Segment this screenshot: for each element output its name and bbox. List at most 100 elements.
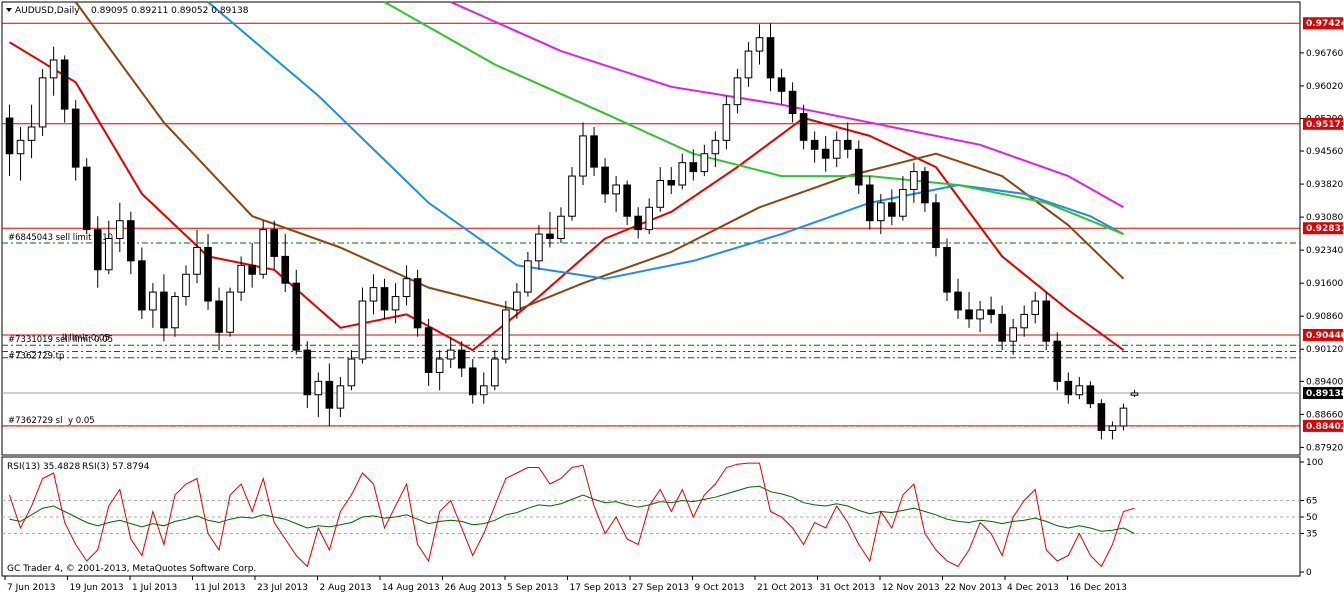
candle-body	[358, 300, 367, 360]
candle-body	[435, 358, 444, 373]
candle-body	[766, 37, 775, 79]
candle-body	[193, 246, 201, 275]
candle-body	[490, 358, 499, 387]
candle-body	[722, 104, 731, 141]
candle-body	[678, 162, 687, 186]
candle-body	[281, 255, 290, 284]
rsi-tick-label: 35	[1306, 530, 1317, 540]
candle-body	[976, 309, 984, 320]
symbol-title: AUDUSD,Daily	[15, 6, 80, 16]
candle	[1042, 292, 1051, 351]
candle-body	[204, 246, 212, 302]
candle-body	[623, 184, 631, 217]
rsi-tick-label: 50	[1306, 513, 1318, 523]
ohlc-values: 0.89095 0.89211 0.89052 0.89138	[91, 6, 249, 16]
order-label: ll limit 0.05	[62, 333, 110, 343]
candle-body	[590, 135, 598, 168]
date-axis: 7 Jun 2013 19 Jun 2013 1 Jul 2013 11 Jul 20…	[4, 576, 1128, 593]
candle	[1053, 332, 1062, 391]
rsi-tick-label: 65	[1306, 497, 1317, 507]
candle	[502, 301, 510, 364]
candle-body	[104, 238, 113, 271]
candle-body	[557, 215, 565, 240]
candle-body	[1064, 380, 1073, 396]
candle-body	[160, 291, 168, 329]
candle-body	[237, 264, 245, 293]
candle-body	[888, 202, 896, 217]
price-tick-label: 0.90120	[1306, 345, 1343, 355]
rsi13-title: RSI(13) 35.4828	[7, 462, 80, 472]
candle-body	[82, 166, 91, 231]
candle-body	[899, 188, 907, 217]
candle-body	[479, 385, 488, 396]
candle-body	[810, 139, 819, 150]
price-tag-label: 0.92831	[1306, 224, 1344, 234]
date-tick-label: 1 Jul 2013	[132, 583, 177, 593]
price-tag-label: 0.89138	[1306, 389, 1344, 399]
candle	[1086, 381, 1095, 409]
candle-body	[1031, 300, 1040, 315]
candle-body	[865, 184, 874, 222]
candle-body	[524, 260, 532, 293]
candle-body	[700, 153, 709, 173]
candle-body	[27, 126, 36, 141]
date-tick-label: 9 Oct 2013	[695, 583, 745, 593]
price-tag-label: 0.95171	[1306, 120, 1344, 130]
rsi-axis: 100 65 50 35 0	[1300, 458, 1323, 578]
rsi3-title: RSI(3) 57.8794	[82, 462, 150, 472]
price-tag-label: 0.88402	[1306, 422, 1344, 432]
candle-body	[369, 287, 378, 302]
candle-body	[987, 309, 995, 315]
candle-body	[325, 380, 334, 409]
candle-body	[799, 113, 808, 141]
candle-body	[457, 349, 466, 369]
date-tick-label: 26 Aug 2013	[445, 583, 503, 593]
price-tick-label: 0.90860	[1306, 312, 1343, 322]
candle	[413, 269, 422, 337]
date-tick-label: 17 Sep 2013	[570, 583, 627, 593]
date-tick-label: 11 Jul 2013	[195, 583, 246, 593]
date-tick-label: 22 Nov 2013	[945, 583, 1003, 593]
candle-body	[777, 77, 786, 92]
candle-body	[380, 287, 389, 311]
date-tick-label: 14 Aug 2013	[382, 583, 440, 593]
candle-body	[347, 358, 356, 387]
candle-body	[16, 139, 25, 155]
candle-body	[1119, 407, 1128, 427]
candle-body	[138, 260, 146, 311]
price-tick-label: 0.96020	[1306, 82, 1343, 92]
candle-body	[832, 139, 841, 159]
candle-body	[71, 108, 80, 168]
candle-body	[391, 296, 400, 311]
price-tick-label: 0.96760	[1306, 49, 1343, 59]
candle-body	[60, 59, 69, 110]
date-tick-label: 16 Dec 2013	[1070, 583, 1128, 593]
order-label: #7362729 sl	[8, 416, 62, 426]
date-tick-label: 2 Aug 2013	[320, 583, 372, 593]
candle-body	[788, 90, 797, 115]
candle-body	[1075, 385, 1084, 396]
price-tick-label: 0.93820	[1306, 180, 1343, 190]
candle-body	[1020, 313, 1029, 329]
copyright-text: GC Trader 4, © 2001-2013, MetaQuotes Sof…	[7, 564, 256, 574]
candle-body	[943, 246, 951, 293]
candle	[259, 220, 267, 279]
candle-body	[645, 206, 654, 231]
chart-window[interactable]: #6845043 sell limit 0.10 #7331019 sell li…	[0, 0, 1344, 595]
date-tick-label: 19 Jun 2013	[70, 583, 124, 593]
candle-body	[127, 220, 135, 262]
candle-body	[1097, 403, 1106, 431]
candle-body	[424, 327, 433, 373]
price-tag-label: 0.97424	[1306, 19, 1344, 29]
candle-body	[303, 349, 312, 396]
candle-body	[248, 264, 256, 275]
price-tick-label: 0.88660	[1306, 410, 1343, 420]
candle-body	[634, 215, 642, 231]
candle-body	[49, 59, 58, 79]
candle-body	[215, 300, 223, 333]
price-tick-label: 0.91600	[1306, 279, 1343, 289]
rsi-tick-label: 0	[1306, 568, 1312, 578]
chart-canvas[interactable]: #6845043 sell limit 0.10#7331019 sell li…	[0, 0, 1344, 595]
candle-body	[546, 233, 554, 240]
candle	[38, 68, 47, 136]
